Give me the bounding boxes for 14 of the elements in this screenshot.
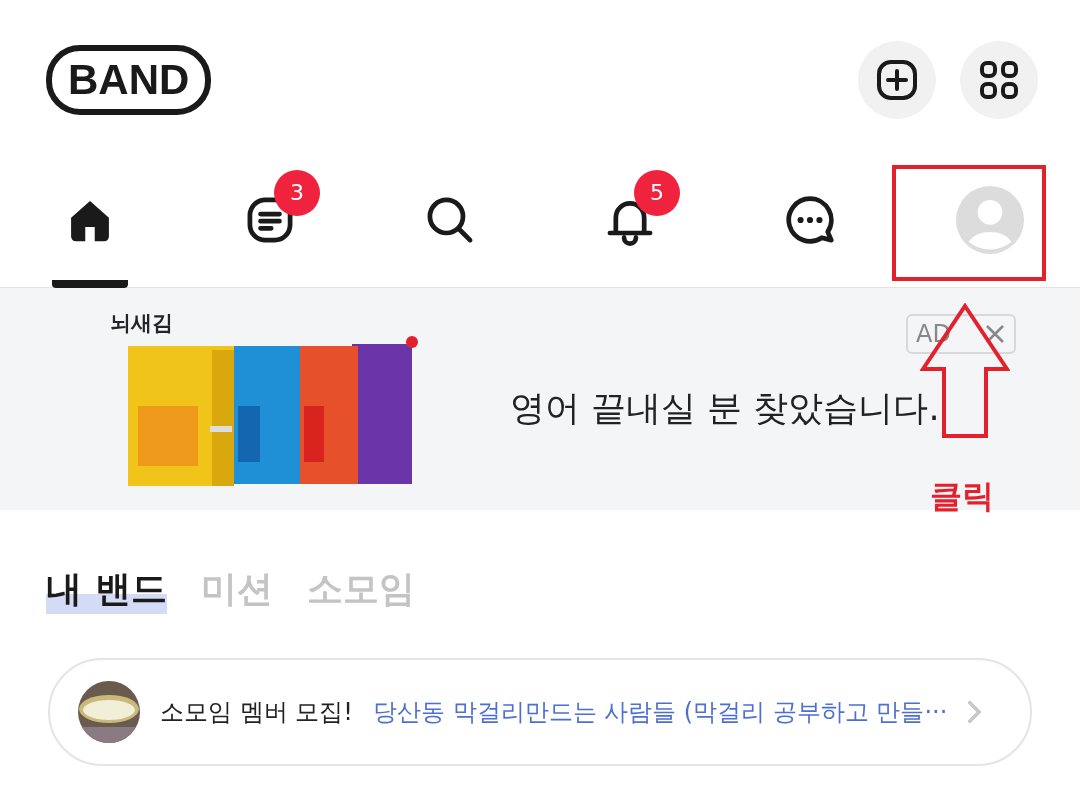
close-icon [984,323,1006,345]
notice-prefix: 소모임 멤버 모집! [160,697,353,728]
profile-avatar-icon [956,186,1024,254]
grid-icon [979,60,1019,100]
chat-icon [784,194,836,246]
count-badge: 3 [274,170,320,216]
notice-banner[interactable]: 소모임 멤버 모집! 당산동 막걸리만드는 사람들 (막걸리 공부하고 만들··· [48,658,1032,766]
count-badge: 5 [634,170,680,216]
notice-link[interactable]: 당산동 막걸리만드는 사람들 (막걸리 공부하고 만들··· [372,694,948,730]
ad-brand: 뇌새김 [110,310,173,337]
add-icon [876,59,918,101]
chevron-right-icon [967,699,982,725]
ad-headline: 영어 끝내실 분 찾았습니다. [510,387,940,430]
band-logo: BAND [46,45,212,115]
